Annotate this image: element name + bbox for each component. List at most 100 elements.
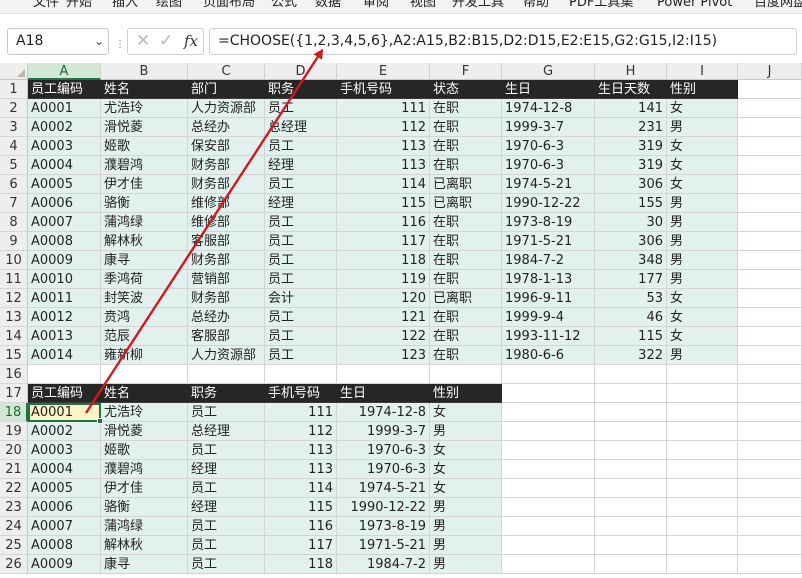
- source-header-cell[interactable]: 职务: [265, 80, 337, 99]
- result-data-cell[interactable]: 111: [265, 403, 337, 422]
- column-header-e[interactable]: E: [337, 63, 430, 80]
- cell[interactable]: [738, 422, 802, 441]
- source-data-cell[interactable]: 财务部: [188, 289, 265, 308]
- result-data-cell[interactable]: 女: [430, 441, 502, 460]
- column-header-c[interactable]: C: [188, 63, 265, 80]
- source-data-cell[interactable]: 116: [337, 213, 430, 232]
- source-data-cell[interactable]: 员工: [265, 346, 337, 365]
- row-header-18[interactable]: 18: [0, 403, 28, 422]
- source-data-cell[interactable]: A0014: [28, 346, 101, 365]
- result-data-cell[interactable]: A0007: [28, 517, 101, 536]
- row-header-3[interactable]: 3: [0, 118, 28, 137]
- source-data-cell[interactable]: 已离职: [430, 175, 502, 194]
- source-data-cell[interactable]: 伊才佳: [101, 175, 188, 194]
- cell[interactable]: [738, 251, 802, 270]
- source-header-cell[interactable]: 性别: [667, 80, 738, 99]
- cell[interactable]: [738, 156, 802, 175]
- result-data-cell[interactable]: 总经理: [188, 422, 265, 441]
- cell[interactable]: [667, 517, 738, 536]
- source-data-cell[interactable]: 231: [595, 118, 667, 137]
- cell[interactable]: [337, 365, 430, 384]
- source-data-cell[interactable]: 范辰: [101, 327, 188, 346]
- source-data-cell[interactable]: 在职: [430, 213, 502, 232]
- source-data-cell[interactable]: A0013: [28, 327, 101, 346]
- source-data-cell[interactable]: A0010: [28, 270, 101, 289]
- cell[interactable]: [101, 365, 188, 384]
- source-data-cell[interactable]: 121: [337, 308, 430, 327]
- column-header-g[interactable]: G: [502, 63, 595, 80]
- result-data-cell[interactable]: 1974-5-21: [337, 479, 430, 498]
- source-header-cell[interactable]: 生日: [502, 80, 595, 99]
- cell[interactable]: [738, 232, 802, 251]
- source-data-cell[interactable]: 1993-11-12: [502, 327, 595, 346]
- cell[interactable]: [738, 441, 802, 460]
- result-data-cell[interactable]: A0005: [28, 479, 101, 498]
- result-data-cell[interactable]: A0009: [28, 555, 101, 574]
- ribbon-tab[interactable]: 开始: [66, 0, 92, 11]
- source-data-cell[interactable]: 117: [337, 232, 430, 251]
- result-data-cell[interactable]: 113: [265, 441, 337, 460]
- chevron-down-icon[interactable]: ⌄: [94, 34, 104, 48]
- cell[interactable]: [502, 517, 595, 536]
- ribbon-tab[interactable]: 页面布局: [203, 0, 255, 11]
- source-data-cell[interactable]: 滑悦菱: [101, 118, 188, 137]
- cell[interactable]: [738, 137, 802, 156]
- source-data-cell[interactable]: 1974-12-8: [502, 99, 595, 118]
- result-header-cell[interactable]: 姓名: [101, 384, 188, 403]
- source-data-cell[interactable]: 123: [337, 346, 430, 365]
- ribbon-tab[interactable]: PDF工具集: [569, 0, 633, 11]
- fill-handle[interactable]: [97, 418, 103, 424]
- cell[interactable]: [738, 327, 802, 346]
- source-data-cell[interactable]: 女: [667, 289, 738, 308]
- cell[interactable]: [738, 99, 802, 118]
- source-data-cell[interactable]: 员工: [265, 232, 337, 251]
- cell[interactable]: [667, 460, 738, 479]
- source-data-cell[interactable]: 1970-6-3: [502, 156, 595, 175]
- source-data-cell[interactable]: 119: [337, 270, 430, 289]
- result-data-cell[interactable]: 男: [430, 422, 502, 441]
- source-data-cell[interactable]: 1971-5-21: [502, 232, 595, 251]
- cell[interactable]: [667, 365, 738, 384]
- column-header-b[interactable]: B: [101, 63, 188, 80]
- source-data-cell[interactable]: 已离职: [430, 194, 502, 213]
- ribbon-tab[interactable]: 百度网盘: [754, 0, 802, 11]
- cell[interactable]: [502, 498, 595, 517]
- source-data-cell[interactable]: 女: [667, 327, 738, 346]
- cell[interactable]: [595, 403, 667, 422]
- cell[interactable]: [738, 289, 802, 308]
- row-header-12[interactable]: 12: [0, 289, 28, 308]
- row-header-5[interactable]: 5: [0, 156, 28, 175]
- source-data-cell[interactable]: 女: [667, 137, 738, 156]
- result-data-cell[interactable]: A0002: [28, 422, 101, 441]
- source-data-cell[interactable]: 封笑波: [101, 289, 188, 308]
- result-data-cell[interactable]: 1973-8-19: [337, 517, 430, 536]
- source-data-cell[interactable]: 营销部: [188, 270, 265, 289]
- source-data-cell[interactable]: 男: [667, 270, 738, 289]
- source-data-cell[interactable]: 115: [337, 194, 430, 213]
- result-data-cell[interactable]: 115: [265, 498, 337, 517]
- source-data-cell[interactable]: 男: [667, 194, 738, 213]
- ribbon-tab[interactable]: 帮助: [523, 0, 549, 11]
- source-data-cell[interactable]: 员工: [265, 308, 337, 327]
- source-data-cell[interactable]: 男: [667, 251, 738, 270]
- row-header-10[interactable]: 10: [0, 251, 28, 270]
- source-data-cell[interactable]: 男: [667, 232, 738, 251]
- result-data-cell[interactable]: 解林秋: [101, 536, 188, 555]
- row-header-20[interactable]: 20: [0, 441, 28, 460]
- row-header-17[interactable]: 17: [0, 384, 28, 403]
- fx-icon[interactable]: fx: [184, 32, 198, 50]
- source-data-cell[interactable]: 1970-6-3: [502, 137, 595, 156]
- source-data-cell[interactable]: 员工: [265, 137, 337, 156]
- source-data-cell[interactable]: 解林秋: [101, 232, 188, 251]
- result-data-cell[interactable]: 员工: [188, 479, 265, 498]
- column-header-i[interactable]: I: [667, 63, 738, 80]
- result-data-cell[interactable]: 1999-3-7: [337, 422, 430, 441]
- result-header-cell[interactable]: 生日: [337, 384, 430, 403]
- ribbon-tab[interactable]: 开发工具: [452, 0, 504, 11]
- result-data-cell[interactable]: 女: [430, 460, 502, 479]
- source-data-cell[interactable]: 维修部: [188, 194, 265, 213]
- ribbon-tab[interactable]: 绘图: [156, 0, 182, 11]
- source-data-cell[interactable]: 男: [667, 213, 738, 232]
- cell[interactable]: [595, 441, 667, 460]
- cell[interactable]: [667, 498, 738, 517]
